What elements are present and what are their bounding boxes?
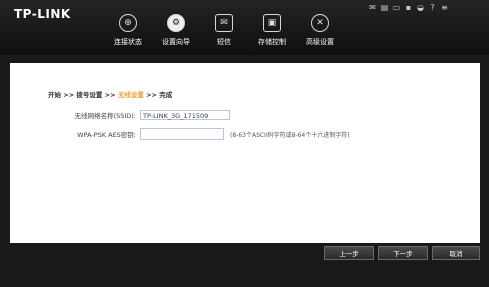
tools-icon: ✕: [311, 14, 329, 32]
wpa-hint: (8-63个ASCII码字符或8-64个十六进制字符): [230, 131, 350, 139]
ssid-row: 无线网络名称(SSID): TP-LINK_3G_171509: [48, 110, 230, 120]
mail-icon: ✉: [215, 14, 233, 32]
step-dial-settings: 拨号设置: [76, 91, 103, 99]
help-icon[interactable]: ?: [428, 4, 437, 12]
next-button[interactable]: 下一步: [378, 246, 428, 260]
sim-icon: ▪: [405, 3, 412, 12]
network-icon: ⊕: [119, 14, 137, 32]
nav-item-setup-wizard[interactable]: ⚙ 设置向导: [152, 14, 200, 54]
wifi-icon: ◒: [417, 3, 424, 12]
status-bar: ✉ ▤ ▭ ▪ ◒ ? ≡: [368, 4, 449, 14]
main-nav: ⊕ 连接状态 ⚙ 设置向导 ✉ 短信 ▣ 存储控制 ✕ 高级设置: [104, 14, 344, 54]
wizard-breadcrumb: 开始 >> 拨号设置 >> 无线设置 >> 完成: [48, 89, 172, 99]
nav-item-advanced-settings[interactable]: ✕ 高级设置: [296, 14, 344, 54]
nav-item-label: 连接状态: [114, 38, 142, 46]
menu-icon[interactable]: ≡: [440, 4, 449, 12]
storage-icon: ▣: [263, 14, 281, 32]
nav-item-label: 高级设置: [306, 38, 334, 46]
wpa-label: WPA-PSK AES密钥:: [77, 131, 136, 139]
nav-item-storage[interactable]: ▣ 存储控制: [248, 14, 296, 54]
wpa-row: WPA-PSK AES密钥: (8-63个ASCII码字符或8-64个十六进制字…: [48, 128, 350, 140]
gear-icon: ⚙: [167, 14, 185, 32]
nav-item-label: 短信: [217, 38, 231, 46]
sms-icon: ▤: [380, 3, 389, 12]
content-panel: 开始 >> 拨号设置 >> 无线设置 >> 完成 无线网络名称(SSID): T…: [10, 63, 480, 243]
battery-icon: ▭: [392, 3, 401, 12]
step-finish: 完成: [159, 91, 173, 99]
nav-item-label: 设置向导: [162, 38, 190, 46]
step-separator: >>: [102, 91, 118, 99]
wpa-key-input[interactable]: [140, 128, 224, 140]
top-header: TP-LINK ✉ ▤ ▭ ▪ ◒ ? ≡ ⊕ 连接状态 ⚙ 设置向导 ✉ 短信: [0, 0, 489, 55]
prev-button[interactable]: 上一步: [324, 246, 374, 260]
app-frame: TP-LINK ✉ ▤ ▭ ▪ ◒ ? ≡ ⊕ 连接状态 ⚙ 设置向导 ✉ 短信: [0, 0, 489, 287]
nav-item-label: 存储控制: [258, 38, 286, 46]
ssid-input[interactable]: TP-LINK_3G_171509: [140, 110, 230, 120]
mail-icon: ✉: [369, 3, 376, 12]
ssid-label: 无线网络名称(SSID):: [74, 112, 136, 120]
step-wireless-settings: 无线设置: [117, 91, 144, 99]
nav-item-connection-status[interactable]: ⊕ 连接状态: [104, 14, 152, 54]
step-start: 开始: [48, 91, 61, 99]
step-separator: >>: [143, 91, 160, 99]
nav-item-sms[interactable]: ✉ 短信: [200, 14, 248, 54]
cancel-button[interactable]: 取消: [432, 246, 480, 260]
brand-logo: TP-LINK: [14, 7, 71, 21]
step-separator: >>: [61, 91, 77, 99]
